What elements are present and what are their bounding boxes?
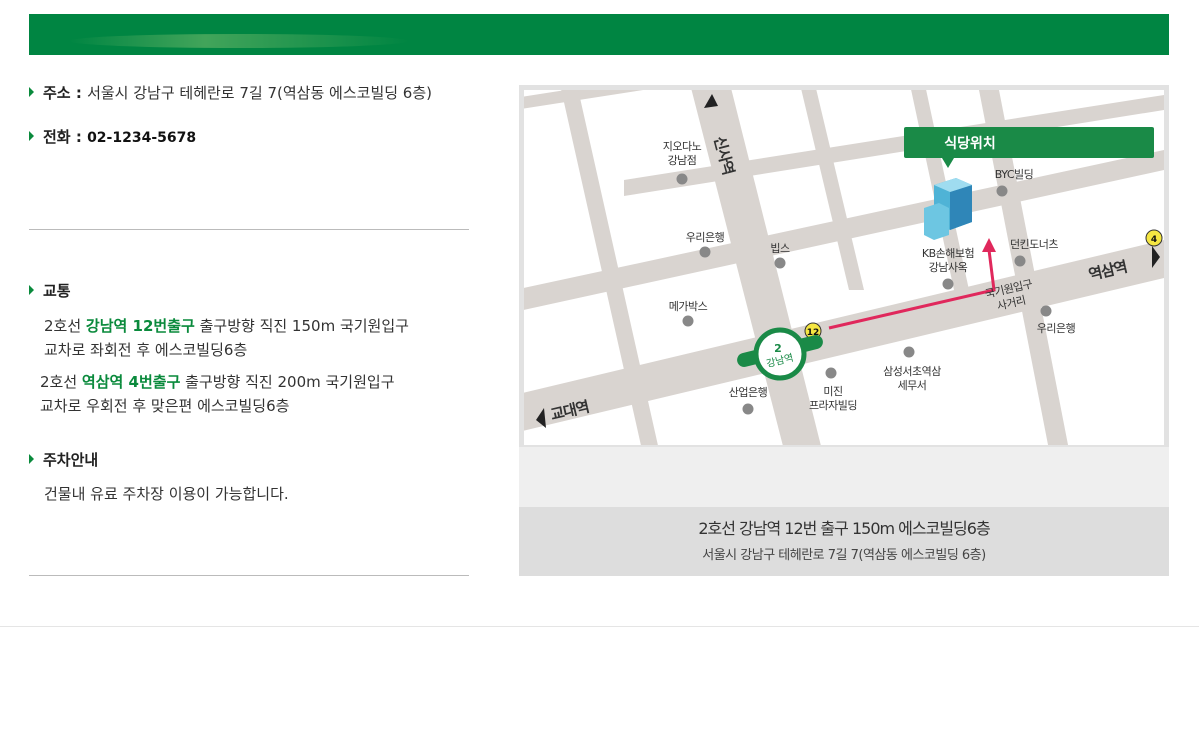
place-label-mijin: 프라자빌딩: [809, 399, 857, 412]
address-value: 서울시 강남구 테헤란로 7길 7(역삼동 에스코빌딩 6층): [87, 84, 433, 102]
place-label-tax-office: 세무서: [898, 379, 927, 392]
place-label-dunkin: 던킨도너츠: [1010, 238, 1058, 251]
place-label-kdb: 산업은행: [729, 386, 767, 399]
parking-text: 건물내 유료 주차장 이용이 가능합니다.: [44, 485, 289, 503]
caption-main: 2호선 강남역 12번 출구 150m 에스코빌딩6층: [698, 519, 990, 538]
caption-band: [519, 447, 1169, 507]
map-frame: 12 4 2 강남역 신사역 교대역 역삼역 국기원입구 사거리 지오다노 강남…: [519, 85, 1169, 576]
place-label-megabox: 메가박스: [669, 300, 708, 313]
divider: [29, 229, 469, 230]
route2-station: 역삼역 4번출구: [81, 373, 181, 391]
top-banner: [29, 14, 1169, 55]
bullet-arrow-icon: [29, 285, 34, 295]
place-label-kb: 강남사옥: [929, 261, 968, 274]
bullet-arrow-icon: [29, 454, 34, 464]
place-label-tax-office: 삼성서초역삼: [883, 365, 941, 378]
phone-label: 전화: [43, 128, 71, 146]
route2-line1: 출구방향 직진 200m 국기원입구: [180, 373, 395, 391]
map-svg: 12 4 2 강남역 신사역 교대역 역삼역 국기원입구 사거리 지오다노 강남…: [524, 90, 1164, 445]
map-caption: 2호선 강남역 12번 출구 150m 에스코빌딩6층 서울시 강남구 테헤란로…: [519, 507, 1169, 576]
divider: [29, 575, 469, 576]
place-label-kb: KB손해보험: [922, 246, 974, 260]
parking-heading: 주차안내: [29, 449, 98, 470]
building-icon: [924, 178, 972, 240]
mid-vertical-road: [801, 90, 864, 290]
bullet-arrow-icon: [29, 131, 34, 141]
restaurant-badge-label: 식당위치: [944, 135, 996, 152]
place-label-byc: BYC빌딩: [995, 168, 1033, 181]
route2-line2: 교차로 우회전 후 맞은편 에스코빌딩6층: [40, 397, 290, 415]
station-line-number: 2: [774, 342, 782, 355]
address-label: 주소: [43, 84, 71, 102]
bullet-arrow-icon: [29, 87, 34, 97]
route1-station: 강남역 12번출구: [85, 317, 195, 335]
location-map[interactable]: 12 4 2 강남역 신사역 교대역 역삼역 국기원입구 사거리 지오다노 강남…: [524, 90, 1164, 445]
place-label-bips: 빕스: [770, 242, 790, 255]
transport-route-1: 2호선 강남역 12번출구 출구방향 직진 150m 국기원입구 교차로 좌회전…: [44, 314, 409, 362]
place-label-woori2: 우리은행: [1037, 322, 1075, 335]
banner-decoration: [69, 34, 409, 48]
address-row: 주소 : 서울시 강남구 테헤란로 7길 7(역삼동 에스코빌딩 6층): [29, 82, 432, 103]
route2-prefix: 2호선: [40, 373, 82, 391]
phone-row: 전화 : 02-1234-5678: [29, 126, 196, 147]
route-arrow-icon: [982, 238, 996, 252]
transport-title: 교통: [43, 282, 71, 300]
footer-divider: [0, 626, 1199, 627]
transport-route-2: 2호선 역삼역 4번출구 출구방향 직진 200m 국기원입구 교차로 우회전 …: [40, 370, 395, 418]
phone-value: 02-1234-5678: [87, 130, 197, 146]
route1-prefix: 2호선: [44, 317, 86, 335]
place-label-giordano: 지오다노: [663, 140, 702, 153]
route1-line2: 교차로 좌회전 후 에스코빌딩6층: [44, 341, 248, 359]
place-label-giordano: 강남점: [668, 154, 697, 167]
place-label-mijin: 미진: [823, 385, 842, 398]
exit-4-label: 4: [1151, 235, 1157, 245]
caption-sub: 서울시 강남구 테헤란로 7길 7(역삼동 에스코빌딩 6층): [702, 548, 986, 563]
place-label-woori1: 우리은행: [686, 231, 724, 244]
transport-heading: 교통: [29, 280, 71, 301]
parking-title: 주차안내: [43, 451, 99, 469]
route1-line1: 출구방향 직진 150m 국기원입구: [194, 317, 409, 335]
